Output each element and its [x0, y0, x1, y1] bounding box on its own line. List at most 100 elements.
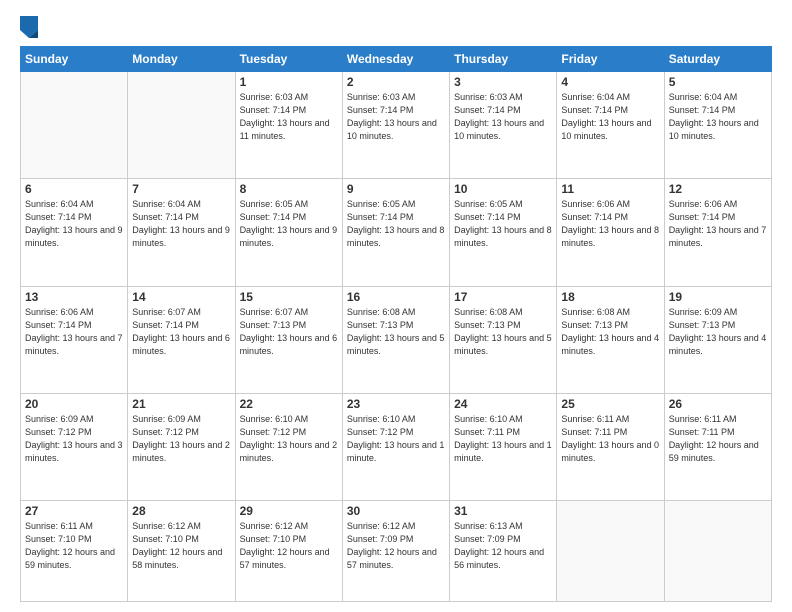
logo	[20, 16, 40, 38]
calendar-cell: 22 Sunrise: 6:10 AM Sunset: 7:12 PM Dayli…	[235, 393, 342, 500]
calendar-cell: 24 Sunrise: 6:10 AM Sunset: 7:11 PM Dayli…	[450, 393, 557, 500]
day-number: 7	[132, 182, 230, 196]
calendar-cell	[128, 72, 235, 179]
day-info: Sunrise: 6:10 AM Sunset: 7:12 PM Dayligh…	[240, 413, 338, 465]
day-number: 25	[561, 397, 659, 411]
page: SundayMondayTuesdayWednesdayThursdayFrid…	[0, 0, 792, 612]
day-info: Sunrise: 6:09 AM Sunset: 7:13 PM Dayligh…	[669, 306, 767, 358]
calendar-cell: 18Sunrise: 6:08 AM Sunset: 7:13 PM Dayli…	[557, 286, 664, 393]
day-number: 18	[561, 290, 659, 304]
day-number: 27	[25, 504, 123, 518]
day-number: 29	[240, 504, 338, 518]
day-info: Sunrise: 6:06 AM Sunset: 7:14 PM Dayligh…	[669, 198, 767, 250]
day-number: 21	[132, 397, 230, 411]
day-number: 20	[25, 397, 123, 411]
day-info: Sunrise: 6:11 AM Sunset: 7:11 PM Dayligh…	[561, 413, 659, 465]
day-info: Sunrise: 6:07 AM Sunset: 7:14 PM Dayligh…	[132, 306, 230, 358]
day-info: Sunrise: 6:05 AM Sunset: 7:14 PM Dayligh…	[454, 198, 552, 250]
calendar-cell: 10 Sunrise: 6:05 AM Sunset: 7:14 PM Dayli…	[450, 179, 557, 286]
calendar-cell: 6Sunrise: 6:04 AM Sunset: 7:14 PM Daylig…	[21, 179, 128, 286]
day-info: Sunrise: 6:04 AM Sunset: 7:14 PM Dayligh…	[132, 198, 230, 250]
day-info: Sunrise: 6:06 AM Sunset: 7:14 PM Dayligh…	[25, 306, 123, 358]
day-number: 15	[240, 290, 338, 304]
calendar-cell	[557, 501, 664, 602]
day-number: 24	[454, 397, 552, 411]
weekday-header-friday: Friday	[557, 47, 664, 72]
weekday-header-sunday: Sunday	[21, 47, 128, 72]
calendar-cell: 26 Sunrise: 6:11 AM Sunset: 7:11 PM Dayli…	[664, 393, 771, 500]
day-number: 31	[454, 504, 552, 518]
header	[20, 16, 772, 38]
calendar-cell: 11 Sunrise: 6:06 AM Sunset: 7:14 PM Dayli…	[557, 179, 664, 286]
day-info: Sunrise: 6:11 AM Sunset: 7:10 PM Dayligh…	[25, 520, 123, 572]
day-info: Sunrise: 6:04 AM Sunset: 7:14 PM Dayligh…	[561, 91, 659, 143]
day-info: Sunrise: 6:10 AM Sunset: 7:11 PM Dayligh…	[454, 413, 552, 465]
day-number: 1	[240, 75, 338, 89]
weekday-header-thursday: Thursday	[450, 47, 557, 72]
calendar-cell: 20 Sunrise: 6:09 AM Sunset: 7:12 PM Dayli…	[21, 393, 128, 500]
day-info: Sunrise: 6:03 AM Sunset: 7:14 PM Dayligh…	[454, 91, 552, 143]
day-number: 12	[669, 182, 767, 196]
day-number: 14	[132, 290, 230, 304]
day-info: Sunrise: 6:03 AM Sunset: 7:14 PM Dayligh…	[347, 91, 445, 143]
day-info: Sunrise: 6:12 AM Sunset: 7:10 PM Dayligh…	[132, 520, 230, 572]
day-number: 26	[669, 397, 767, 411]
calendar-cell: 13 Sunrise: 6:06 AM Sunset: 7:14 PM Dayli…	[21, 286, 128, 393]
day-info: Sunrise: 6:04 AM Sunset: 7:14 PM Dayligh…	[25, 198, 123, 250]
calendar-cell: 3 Sunrise: 6:03 AM Sunset: 7:14 PM Daylig…	[450, 72, 557, 179]
calendar-cell: 31 Sunrise: 6:13 AM Sunset: 7:09 PM Dayli…	[450, 501, 557, 602]
calendar-cell: 5 Sunrise: 6:04 AM Sunset: 7:14 PM Daylig…	[664, 72, 771, 179]
day-number: 5	[669, 75, 767, 89]
calendar-cell: 12 Sunrise: 6:06 AM Sunset: 7:14 PM Dayli…	[664, 179, 771, 286]
day-number: 11	[561, 182, 659, 196]
calendar-cell: 17 Sunrise: 6:08 AM Sunset: 7:13 PM Dayli…	[450, 286, 557, 393]
calendar-table: SundayMondayTuesdayWednesdayThursdayFrid…	[20, 46, 772, 602]
calendar-cell: 16Sunrise: 6:08 AM Sunset: 7:13 PM Dayli…	[342, 286, 449, 393]
calendar-cell: 28 Sunrise: 6:12 AM Sunset: 7:10 PM Dayli…	[128, 501, 235, 602]
calendar-cell	[664, 501, 771, 602]
day-number: 4	[561, 75, 659, 89]
day-number: 10	[454, 182, 552, 196]
weekday-header-wednesday: Wednesday	[342, 47, 449, 72]
calendar-cell: 8 Sunrise: 6:05 AM Sunset: 7:14 PM Daylig…	[235, 179, 342, 286]
day-info: Sunrise: 6:05 AM Sunset: 7:14 PM Dayligh…	[240, 198, 338, 250]
day-info: Sunrise: 6:10 AM Sunset: 7:12 PM Dayligh…	[347, 413, 445, 465]
day-info: Sunrise: 6:12 AM Sunset: 7:10 PM Dayligh…	[240, 520, 338, 572]
calendar-cell: 2 Sunrise: 6:03 AM Sunset: 7:14 PM Daylig…	[342, 72, 449, 179]
day-info: Sunrise: 6:07 AM Sunset: 7:13 PM Dayligh…	[240, 306, 338, 358]
day-number: 22	[240, 397, 338, 411]
calendar-cell: 14 Sunrise: 6:07 AM Sunset: 7:14 PM Dayli…	[128, 286, 235, 393]
calendar-cell: 21 Sunrise: 6:09 AM Sunset: 7:12 PM Dayli…	[128, 393, 235, 500]
weekday-header-tuesday: Tuesday	[235, 47, 342, 72]
calendar-cell: 1 Sunrise: 6:03 AM Sunset: 7:14 PM Daylig…	[235, 72, 342, 179]
calendar-cell	[21, 72, 128, 179]
day-info: Sunrise: 6:09 AM Sunset: 7:12 PM Dayligh…	[132, 413, 230, 465]
calendar-cell: 15 Sunrise: 6:07 AM Sunset: 7:13 PM Dayli…	[235, 286, 342, 393]
calendar-cell: 19Sunrise: 6:09 AM Sunset: 7:13 PM Dayli…	[664, 286, 771, 393]
day-number: 17	[454, 290, 552, 304]
calendar-cell: 4 Sunrise: 6:04 AM Sunset: 7:14 PM Daylig…	[557, 72, 664, 179]
day-number: 23	[347, 397, 445, 411]
day-info: Sunrise: 6:06 AM Sunset: 7:14 PM Dayligh…	[561, 198, 659, 250]
day-info: Sunrise: 6:13 AM Sunset: 7:09 PM Dayligh…	[454, 520, 552, 572]
day-info: Sunrise: 6:11 AM Sunset: 7:11 PM Dayligh…	[669, 413, 767, 465]
day-number: 13	[25, 290, 123, 304]
day-number: 3	[454, 75, 552, 89]
day-info: Sunrise: 6:09 AM Sunset: 7:12 PM Dayligh…	[25, 413, 123, 465]
day-number: 30	[347, 504, 445, 518]
weekday-header-monday: Monday	[128, 47, 235, 72]
day-info: Sunrise: 6:08 AM Sunset: 7:13 PM Dayligh…	[454, 306, 552, 358]
day-info: Sunrise: 6:03 AM Sunset: 7:14 PM Dayligh…	[240, 91, 338, 143]
day-number: 16	[347, 290, 445, 304]
weekday-header-saturday: Saturday	[664, 47, 771, 72]
day-number: 28	[132, 504, 230, 518]
day-number: 2	[347, 75, 445, 89]
day-info: Sunrise: 6:05 AM Sunset: 7:14 PM Dayligh…	[347, 198, 445, 250]
day-number: 8	[240, 182, 338, 196]
calendar-cell: 23 Sunrise: 6:10 AM Sunset: 7:12 PM Dayli…	[342, 393, 449, 500]
day-number: 9	[347, 182, 445, 196]
day-info: Sunrise: 6:04 AM Sunset: 7:14 PM Dayligh…	[669, 91, 767, 143]
calendar-cell: 29 Sunrise: 6:12 AM Sunset: 7:10 PM Dayli…	[235, 501, 342, 602]
calendar-cell: 30Sunrise: 6:12 AM Sunset: 7:09 PM Dayli…	[342, 501, 449, 602]
calendar-cell: 25 Sunrise: 6:11 AM Sunset: 7:11 PM Dayli…	[557, 393, 664, 500]
